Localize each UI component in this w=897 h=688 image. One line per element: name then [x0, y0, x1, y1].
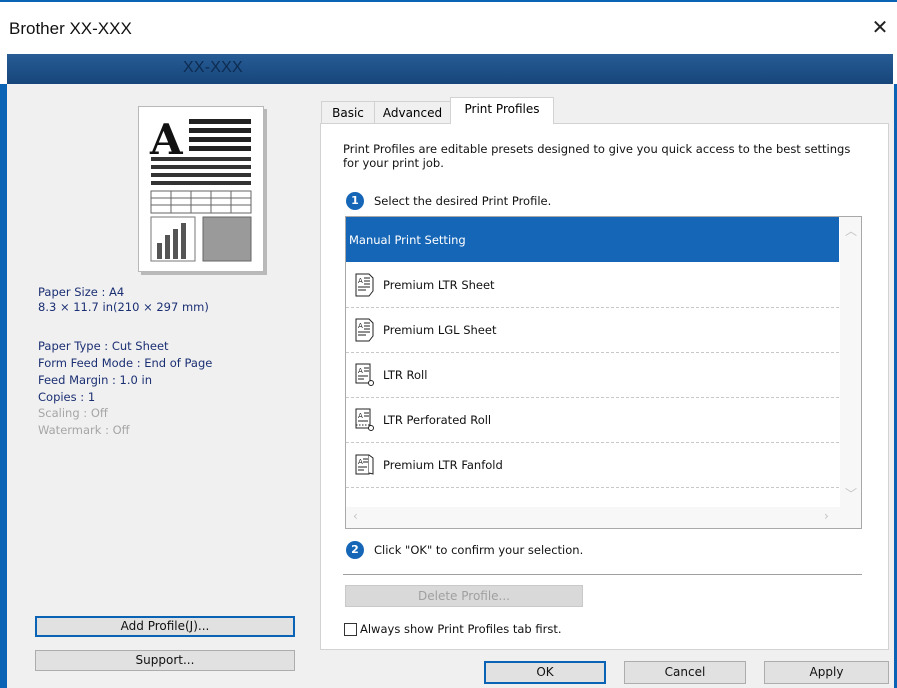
- fanfold-icon: A: [355, 454, 374, 475]
- close-icon[interactable]: ✕: [867, 16, 893, 38]
- svg-text:A: A: [358, 458, 363, 466]
- step-1: 1 Select the desired Print Profile.: [346, 192, 551, 210]
- profile-item-ltr-perforated-roll[interactable]: A LTR Perforated Roll: [346, 398, 839, 443]
- model-banner-text: XX-XXX: [183, 59, 243, 76]
- title-bar: Brother XX-XXX ✕: [0, 0, 897, 52]
- profile-item-premium-ltr-fanfold[interactable]: A Premium LTR Fanfold: [346, 443, 839, 488]
- svg-text:A: A: [358, 277, 363, 285]
- feed-margin-info: Feed Margin : 1.0 in: [38, 373, 152, 387]
- window-title: Brother XX-XXX: [9, 19, 132, 38]
- profile-item-label: Premium LTR Fanfold: [383, 458, 503, 472]
- profile-item-label: Premium LGL Sheet: [383, 323, 497, 337]
- paper-size-info: Paper Size : A4: [38, 285, 125, 299]
- copies-info: Copies : 1: [38, 390, 96, 404]
- sheet-icon: A: [355, 318, 374, 342]
- model-banner: XX-XXX: [7, 54, 893, 84]
- divider: [343, 574, 862, 575]
- profile-item-label: Manual Print Setting: [349, 232, 466, 247]
- apply-button[interactable]: Apply: [764, 661, 889, 684]
- cancel-button[interactable]: Cancel: [624, 661, 746, 684]
- svg-text:A: A: [149, 115, 184, 164]
- paper-type-info: Paper Type : Cut Sheet: [38, 339, 169, 353]
- profile-item-ltr-roll[interactable]: A LTR Roll: [346, 353, 839, 398]
- step-2-text: Click "OK" to confirm your selection.: [374, 543, 584, 557]
- svg-text:A: A: [358, 367, 363, 375]
- svg-text:A: A: [358, 412, 363, 420]
- checkbox-box[interactable]: [344, 622, 357, 636]
- always-show-checkbox-label: Always show Print Profiles tab first.: [360, 622, 562, 636]
- always-show-checkbox[interactable]: Always show Print Profiles tab first.: [344, 622, 562, 636]
- profile-item-label: Premium LTR Sheet: [383, 278, 495, 292]
- scroll-right-icon[interactable]: ›: [824, 509, 829, 523]
- svg-text:A: A: [358, 322, 363, 330]
- watermark-info: Watermark : Off: [38, 423, 130, 437]
- profile-item-manual-print-setting[interactable]: Manual Print Setting: [346, 217, 839, 262]
- scaling-info: Scaling : Off: [38, 406, 108, 420]
- ok-button[interactable]: OK: [484, 661, 606, 684]
- scroll-up-icon[interactable]: ︿: [845, 222, 857, 239]
- paper-dimensions-info: 8.3 × 11.7 in(210 × 297 mm): [38, 300, 209, 314]
- step-2-number-icon: 2: [346, 541, 364, 559]
- profile-item-label: LTR Perforated Roll: [383, 413, 492, 427]
- profile-item-premium-lgl-sheet[interactable]: A Premium LGL Sheet: [346, 308, 839, 353]
- step-2: 2 Click "OK" to confirm your selection.: [346, 541, 583, 559]
- form-feed-mode-info: Form Feed Mode : End of Page: [38, 356, 213, 370]
- profile-item-premium-ltr-sheet[interactable]: A Premium LTR Sheet: [346, 263, 839, 308]
- delete-profile-button[interactable]: Delete Profile...: [345, 585, 583, 607]
- tab-print-profiles[interactable]: Print Profiles: [450, 97, 554, 124]
- profile-list[interactable]: Manual Print Setting A Premium LTR Sheet…: [345, 216, 862, 529]
- print-profiles-description: Print Profiles are editable presets desi…: [343, 142, 851, 170]
- scroll-left-icon[interactable]: ‹: [353, 509, 358, 523]
- scroll-down-icon[interactable]: ﹀: [845, 485, 857, 502]
- add-profile-button[interactable]: Add Profile(J)...: [35, 616, 295, 637]
- page-preview: A: [138, 106, 264, 272]
- support-button[interactable]: Support...: [35, 650, 295, 671]
- sheet-icon: A: [355, 273, 374, 297]
- tab-basic[interactable]: Basic: [321, 101, 375, 123]
- vertical-scrollbar[interactable]: ︿ ﹀: [840, 217, 861, 507]
- step-1-text: Select the desired Print Profile.: [374, 194, 552, 208]
- tab-advanced[interactable]: Advanced: [374, 101, 451, 123]
- document-preview-icon: A: [149, 115, 252, 262]
- horizontal-scrollbar[interactable]: ‹ ›: [346, 507, 861, 528]
- roll-icon: A: [355, 363, 374, 386]
- step-1-number-icon: 1: [346, 192, 364, 210]
- perforated-roll-icon: A: [355, 408, 374, 431]
- profile-item-label: LTR Roll: [383, 368, 428, 382]
